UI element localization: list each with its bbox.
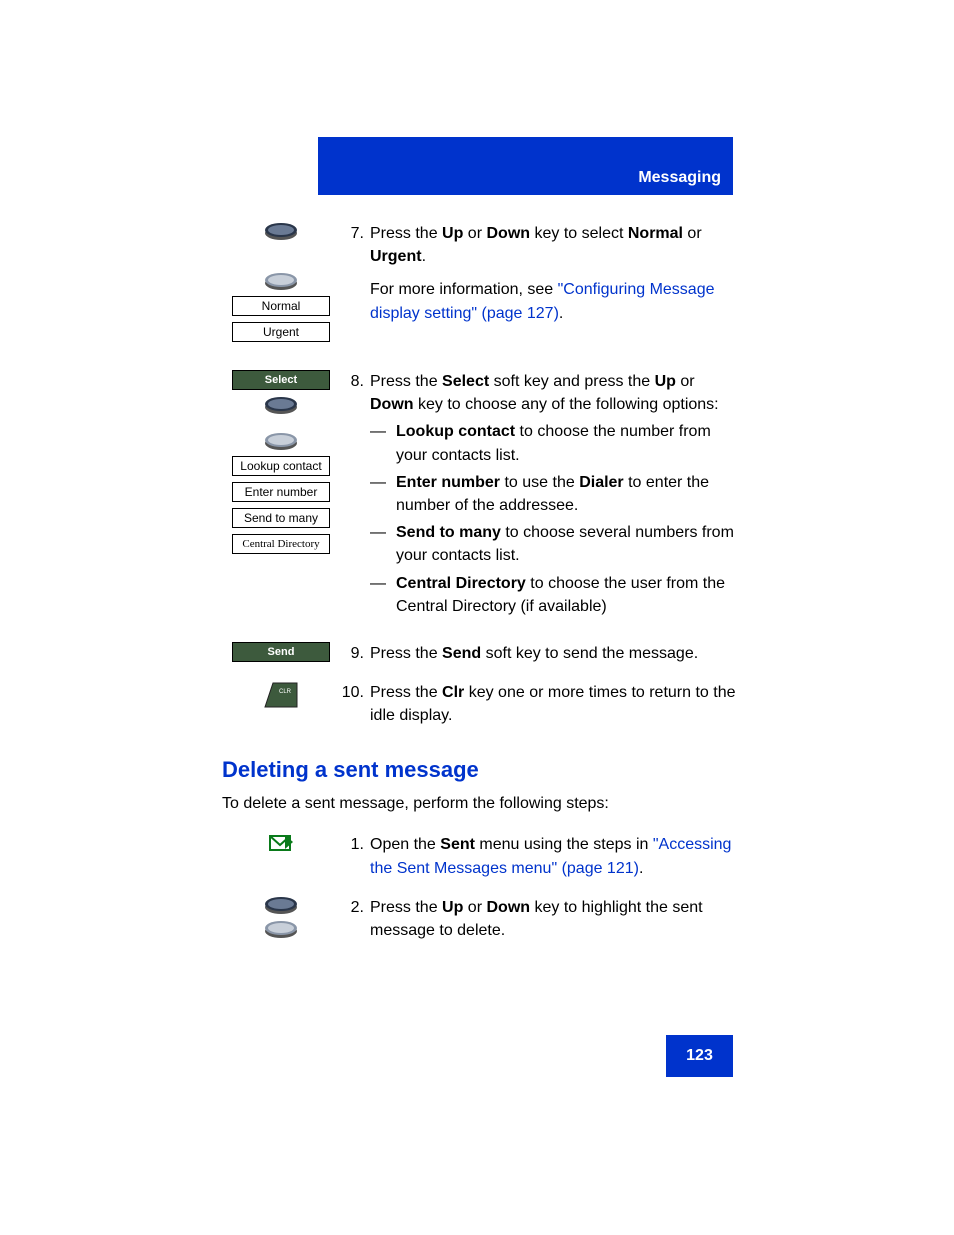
step9-text: Press the Send soft key to send the mess…: [370, 642, 736, 665]
dstep2-num: 2.: [340, 896, 370, 919]
dstep1-icons: [222, 833, 340, 851]
nav-down-icon: [264, 920, 298, 938]
section-deleting-title: Deleting a sent message: [222, 757, 736, 783]
step10-text: Press the Clr key one or more times to r…: [370, 681, 736, 727]
option-cd: — Central Directory to choose the user f…: [370, 572, 736, 618]
step7-icons: Normal Urgent: [222, 222, 340, 342]
svg-text:CLR: CLR: [279, 689, 292, 695]
step8-text: Press the Select soft key and press the …: [370, 370, 736, 622]
step8-num: 8.: [340, 370, 370, 393]
nav-down-icon: [264, 272, 298, 290]
section-intro: To delete a sent message, perform the fo…: [222, 795, 736, 813]
option-lookup: — Lookup contact to choose the number fr…: [370, 420, 736, 466]
header-bar: Messaging: [318, 137, 733, 195]
select-box: Select: [232, 370, 330, 390]
clr-key-icon: CLR: [263, 681, 299, 709]
send-to-many-box: Send to many: [232, 508, 330, 528]
normal-box: Normal: [232, 296, 330, 316]
option-many: — Send to many to choose several numbers…: [370, 521, 736, 567]
nav-up-icon: [264, 222, 298, 240]
step7-num: 7.: [340, 222, 370, 245]
dstep1-num: 1.: [340, 833, 370, 856]
send-box: Send: [232, 642, 330, 662]
step-9: Send 9. Press the Send soft key to send …: [222, 642, 736, 665]
delete-step-1: 1. Open the Sent menu using the steps in…: [222, 833, 736, 879]
step10-num: 10.: [340, 681, 370, 704]
step9-num: 9.: [340, 642, 370, 665]
step8-icons: Select Lookup contact Enter number Send …: [222, 370, 340, 554]
page-number: 123: [666, 1035, 733, 1077]
nav-down-icon: [264, 432, 298, 450]
dstep1-text: Open the Sent menu using the steps in "A…: [370, 833, 736, 879]
step-8: Select Lookup contact Enter number Send …: [222, 370, 736, 622]
step10-icons: CLR: [222, 681, 340, 709]
step9-icons: Send: [222, 642, 340, 662]
nav-up-icon: [264, 396, 298, 414]
central-directory-box: Central Directory: [232, 534, 330, 554]
step7-text: Press the Up or Down key to select Norma…: [370, 222, 736, 325]
option-enter: — Enter number to use the Dialer to ente…: [370, 471, 736, 517]
step-7: Normal Urgent 7. Press the Up or Down ke…: [222, 222, 736, 342]
dstep2-text: Press the Up or Down key to highlight th…: [370, 896, 736, 942]
step-10: CLR 10. Press the Clr key one or more ti…: [222, 681, 736, 727]
nav-up-icon: [264, 896, 298, 914]
delete-step-2: 2. Press the Up or Down key to highlight…: [222, 896, 736, 942]
header-title: Messaging: [638, 169, 721, 187]
page-content: Normal Urgent 7. Press the Up or Down ke…: [222, 222, 736, 950]
lookup-contact-box: Lookup contact: [232, 456, 330, 476]
message-icon: [269, 833, 293, 851]
dstep2-icons: [222, 896, 340, 938]
enter-number-box: Enter number: [232, 482, 330, 502]
urgent-box: Urgent: [232, 322, 330, 342]
